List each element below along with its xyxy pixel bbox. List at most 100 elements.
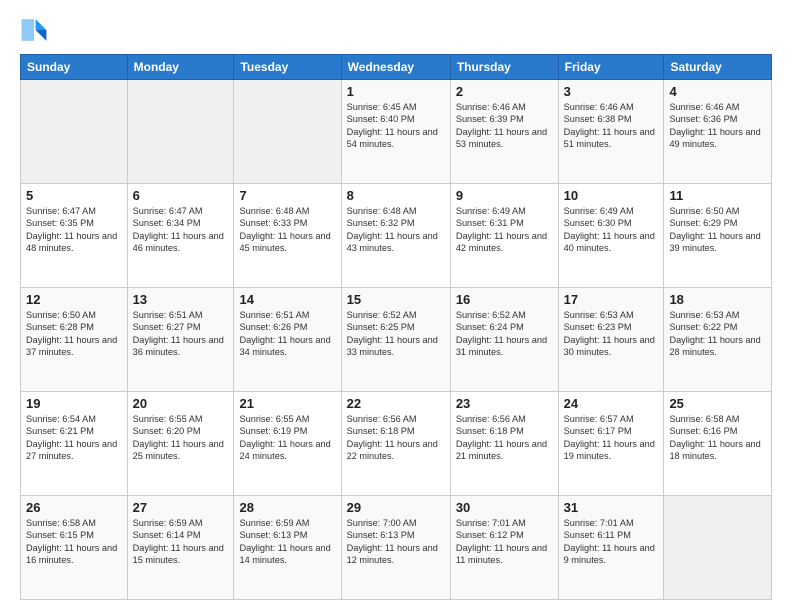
- day-number: 8: [347, 188, 445, 203]
- day-info: Sunrise: 6:59 AMSunset: 6:13 PMDaylight:…: [239, 517, 335, 567]
- day-info: Sunrise: 6:46 AMSunset: 6:38 PMDaylight:…: [564, 101, 659, 151]
- week-row-5: 26 Sunrise: 6:58 AMSunset: 6:15 PMDayligh…: [21, 496, 772, 600]
- day-info: Sunrise: 6:58 AMSunset: 6:15 PMDaylight:…: [26, 517, 122, 567]
- day-info: Sunrise: 6:52 AMSunset: 6:24 PMDaylight:…: [456, 309, 553, 359]
- day-cell: 2 Sunrise: 6:46 AMSunset: 6:39 PMDaylight…: [450, 80, 558, 184]
- day-info: Sunrise: 6:48 AMSunset: 6:33 PMDaylight:…: [239, 205, 335, 255]
- day-cell: 28Sunrise: 6:59 AMSunset: 6:13 PMDayligh…: [234, 496, 341, 600]
- day-cell: [21, 80, 128, 184]
- day-number: 4: [669, 84, 766, 99]
- day-number: 30: [456, 500, 553, 515]
- day-cell: 10 Sunrise: 6:49 AMSunset: 6:30 PMDayligh…: [558, 184, 664, 288]
- day-number: 1: [347, 84, 445, 99]
- day-cell: 9 Sunrise: 6:49 AMSunset: 6:31 PMDaylight…: [450, 184, 558, 288]
- day-number: 21: [239, 396, 335, 411]
- day-number: 17: [564, 292, 659, 307]
- day-number: 23: [456, 396, 553, 411]
- day-cell: 7 Sunrise: 6:48 AMSunset: 6:33 PMDaylight…: [234, 184, 341, 288]
- day-info: Sunrise: 7:00 AMSunset: 6:13 PMDaylight:…: [347, 517, 445, 567]
- day-number: 29: [347, 500, 445, 515]
- day-number: 2: [456, 84, 553, 99]
- day-info: Sunrise: 6:54 AMSunset: 6:21 PMDaylight:…: [26, 413, 122, 463]
- day-info: Sunrise: 6:50 AMSunset: 6:28 PMDaylight:…: [26, 309, 122, 359]
- day-number: 7: [239, 188, 335, 203]
- day-cell: 16 Sunrise: 6:52 AMSunset: 6:24 PMDayligh…: [450, 288, 558, 392]
- weekday-header-row: SundayMondayTuesdayWednesdayThursdayFrid…: [21, 55, 772, 80]
- day-number: 31: [564, 500, 659, 515]
- day-info: Sunrise: 6:49 AMSunset: 6:30 PMDaylight:…: [564, 205, 659, 255]
- day-cell: 14 Sunrise: 6:51 AMSunset: 6:26 PMDayligh…: [234, 288, 341, 392]
- header: [20, 16, 772, 44]
- day-number: 24: [564, 396, 659, 411]
- day-cell: 23 Sunrise: 6:56 AMSunset: 6:18 PMDayligh…: [450, 392, 558, 496]
- day-number: 18: [669, 292, 766, 307]
- day-cell: 5 Sunrise: 6:47 AMSunset: 6:35 PMDaylight…: [21, 184, 128, 288]
- day-number: 12: [26, 292, 122, 307]
- day-info: Sunrise: 6:50 AMSunset: 6:29 PMDaylight:…: [669, 205, 766, 255]
- day-cell: 29 Sunrise: 7:00 AMSunset: 6:13 PMDayligh…: [341, 496, 450, 600]
- day-cell: 27 Sunrise: 6:59 AMSunset: 6:14 PMDayligh…: [127, 496, 234, 600]
- week-row-1: 1Sunrise: 6:45 AMSunset: 6:40 PMDaylight…: [21, 80, 772, 184]
- day-info: Sunrise: 6:59 AMSunset: 6:14 PMDaylight:…: [133, 517, 229, 567]
- day-number: 25: [669, 396, 766, 411]
- day-number: 6: [133, 188, 229, 203]
- day-cell: 13Sunrise: 6:51 AMSunset: 6:27 PMDayligh…: [127, 288, 234, 392]
- day-number: 22: [347, 396, 445, 411]
- week-row-4: 19Sunrise: 6:54 AMSunset: 6:21 PMDayligh…: [21, 392, 772, 496]
- day-info: Sunrise: 6:55 AMSunset: 6:20 PMDaylight:…: [133, 413, 229, 463]
- calendar-table: SundayMondayTuesdayWednesdayThursdayFrid…: [20, 54, 772, 600]
- logo: [20, 16, 52, 44]
- day-number: 10: [564, 188, 659, 203]
- day-number: 11: [669, 188, 766, 203]
- weekday-sunday: Sunday: [21, 55, 128, 80]
- week-row-3: 12 Sunrise: 6:50 AMSunset: 6:28 PMDayligh…: [21, 288, 772, 392]
- weekday-friday: Friday: [558, 55, 664, 80]
- day-info: Sunrise: 7:01 AMSunset: 6:12 PMDaylight:…: [456, 517, 553, 567]
- day-info: Sunrise: 6:49 AMSunset: 6:31 PMDaylight:…: [456, 205, 553, 255]
- day-info: Sunrise: 6:55 AMSunset: 6:19 PMDaylight:…: [239, 413, 335, 463]
- day-cell: 3Sunrise: 6:46 AMSunset: 6:38 PMDaylight…: [558, 80, 664, 184]
- weekday-tuesday: Tuesday: [234, 55, 341, 80]
- weekday-saturday: Saturday: [664, 55, 772, 80]
- day-info: Sunrise: 6:56 AMSunset: 6:18 PMDaylight:…: [347, 413, 445, 463]
- day-number: 20: [133, 396, 229, 411]
- day-cell: 24Sunrise: 6:57 AMSunset: 6:17 PMDayligh…: [558, 392, 664, 496]
- day-cell: 25 Sunrise: 6:58 AMSunset: 6:16 PMDayligh…: [664, 392, 772, 496]
- day-cell: 31Sunrise: 7:01 AMSunset: 6:11 PMDayligh…: [558, 496, 664, 600]
- day-number: 9: [456, 188, 553, 203]
- day-cell: 22 Sunrise: 6:56 AMSunset: 6:18 PMDayligh…: [341, 392, 450, 496]
- day-cell: 19Sunrise: 6:54 AMSunset: 6:21 PMDayligh…: [21, 392, 128, 496]
- day-cell: 26 Sunrise: 6:58 AMSunset: 6:15 PMDayligh…: [21, 496, 128, 600]
- day-info: Sunrise: 6:46 AMSunset: 6:36 PMDaylight:…: [669, 101, 766, 151]
- day-cell: [127, 80, 234, 184]
- day-number: 15: [347, 292, 445, 307]
- day-cell: 30 Sunrise: 7:01 AMSunset: 6:12 PMDayligh…: [450, 496, 558, 600]
- day-info: Sunrise: 6:51 AMSunset: 6:27 PMDaylight:…: [133, 309, 229, 359]
- day-number: 14: [239, 292, 335, 307]
- day-number: 26: [26, 500, 122, 515]
- weekday-wednesday: Wednesday: [341, 55, 450, 80]
- day-number: 27: [133, 500, 229, 515]
- day-info: Sunrise: 6:46 AMSunset: 6:39 PMDaylight:…: [456, 101, 553, 151]
- weekday-thursday: Thursday: [450, 55, 558, 80]
- day-info: Sunrise: 6:58 AMSunset: 6:16 PMDaylight:…: [669, 413, 766, 463]
- day-info: Sunrise: 6:47 AMSunset: 6:35 PMDaylight:…: [26, 205, 122, 255]
- day-cell: 12 Sunrise: 6:50 AMSunset: 6:28 PMDayligh…: [21, 288, 128, 392]
- weekday-monday: Monday: [127, 55, 234, 80]
- day-cell: 4 Sunrise: 6:46 AMSunset: 6:36 PMDaylight…: [664, 80, 772, 184]
- day-info: Sunrise: 6:48 AMSunset: 6:32 PMDaylight:…: [347, 205, 445, 255]
- day-cell: 6 Sunrise: 6:47 AMSunset: 6:34 PMDaylight…: [127, 184, 234, 288]
- day-info: Sunrise: 6:51 AMSunset: 6:26 PMDaylight:…: [239, 309, 335, 359]
- page: SundayMondayTuesdayWednesdayThursdayFrid…: [0, 0, 792, 612]
- day-info: Sunrise: 6:47 AMSunset: 6:34 PMDaylight:…: [133, 205, 229, 255]
- day-info: Sunrise: 6:56 AMSunset: 6:18 PMDaylight:…: [456, 413, 553, 463]
- day-cell: 17 Sunrise: 6:53 AMSunset: 6:23 PMDayligh…: [558, 288, 664, 392]
- day-number: 5: [26, 188, 122, 203]
- day-info: Sunrise: 6:53 AMSunset: 6:23 PMDaylight:…: [564, 309, 659, 359]
- week-row-2: 5 Sunrise: 6:47 AMSunset: 6:35 PMDaylight…: [21, 184, 772, 288]
- day-number: 16: [456, 292, 553, 307]
- day-cell: 18Sunrise: 6:53 AMSunset: 6:22 PMDayligh…: [664, 288, 772, 392]
- day-info: Sunrise: 6:52 AMSunset: 6:25 PMDaylight:…: [347, 309, 445, 359]
- day-cell: 15 Sunrise: 6:52 AMSunset: 6:25 PMDayligh…: [341, 288, 450, 392]
- day-cell: 8 Sunrise: 6:48 AMSunset: 6:32 PMDaylight…: [341, 184, 450, 288]
